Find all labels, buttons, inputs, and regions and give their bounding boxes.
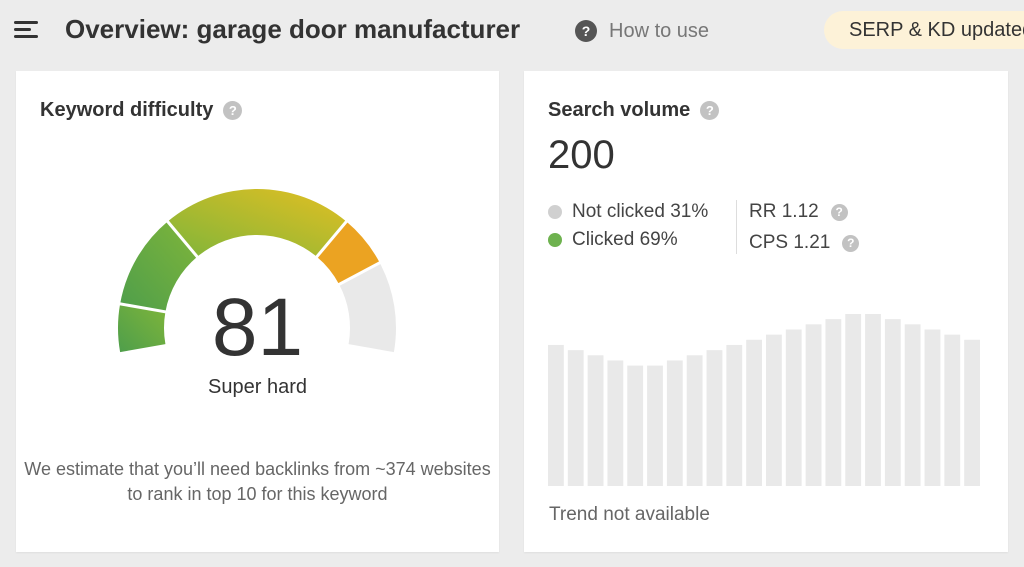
hamburger-menu-icon[interactable]	[14, 21, 38, 39]
rr-help-icon[interactable]: ?	[830, 203, 848, 221]
keyword-difficulty-level: Super hard	[208, 376, 307, 398]
how-to-use-label: How to use	[609, 19, 710, 42]
trend-bar	[904, 324, 921, 486]
help-icon: ?	[575, 20, 597, 42]
not-clicked-dot-icon	[548, 205, 562, 219]
clicked-label: Clicked 69%	[572, 229, 678, 250]
search-volume-value: 200	[548, 133, 615, 177]
search-volume-title: Search volume	[548, 99, 691, 121]
cps-label: CPS 1.21	[749, 232, 831, 253]
not-clicked-label: Not clicked 31%	[572, 201, 709, 222]
trend-bar	[647, 365, 663, 486]
trend-bar	[548, 344, 564, 486]
cps-metric: CPS 1.21 ?	[749, 232, 860, 254]
trend-bar	[587, 355, 604, 486]
cps-help-icon[interactable]: ?	[842, 234, 860, 252]
rr-metric: RR 1.12 ?	[749, 201, 848, 223]
trend-bar	[944, 334, 961, 486]
trend-bar	[627, 365, 644, 486]
trend-bar	[666, 360, 683, 486]
how-to-use-link[interactable]: ? How to use	[575, 18, 709, 44]
trend-bar	[567, 350, 584, 486]
trend-not-available-note: Trend not available	[549, 504, 710, 525]
trend-bar	[746, 339, 762, 486]
search-volume-help-icon[interactable]: ?	[700, 101, 720, 120]
trend-bar	[845, 314, 862, 486]
trend-bar	[805, 324, 822, 486]
trend-bar	[825, 319, 842, 486]
trend-bar	[785, 329, 802, 486]
serp-kd-updated-badge[interactable]: SERP & KD updated	[824, 11, 1024, 49]
trend-bar	[884, 319, 901, 486]
rr-label: RR 1.12	[749, 201, 819, 222]
search-volume-heading: Search volume ?	[548, 99, 720, 122]
clicked-dot-icon	[548, 233, 562, 247]
page-title: Overview: garage door manufacturer	[65, 14, 521, 44]
search-volume-trend-chart	[548, 314, 980, 486]
legend-not-clicked: Not clicked 31%	[548, 201, 708, 223]
trend-bar	[964, 339, 980, 486]
search-volume-card: Search volume ? 200 Not clicked 31% Clic…	[524, 71, 1008, 552]
trend-bar	[607, 360, 624, 486]
trend-bar	[766, 334, 782, 486]
keyword-difficulty-card: Keyword difficulty ? 81 Super hard We es…	[16, 71, 499, 552]
trend-bar	[706, 350, 723, 486]
metrics-divider	[736, 200, 737, 254]
trend-bar	[865, 314, 881, 486]
trend-bar	[726, 344, 743, 486]
legend-clicked: Clicked 69%	[548, 229, 678, 251]
keyword-difficulty-note: We estimate that you’ll need backlinks f…	[24, 459, 491, 504]
trend-bar	[924, 329, 941, 486]
gauge-segment-hard	[167, 189, 347, 257]
page-header: Overview: garage door manufacturer ? How…	[0, 0, 1024, 62]
trend-bar	[686, 355, 703, 486]
keyword-difficulty-value: 81	[211, 282, 304, 373]
